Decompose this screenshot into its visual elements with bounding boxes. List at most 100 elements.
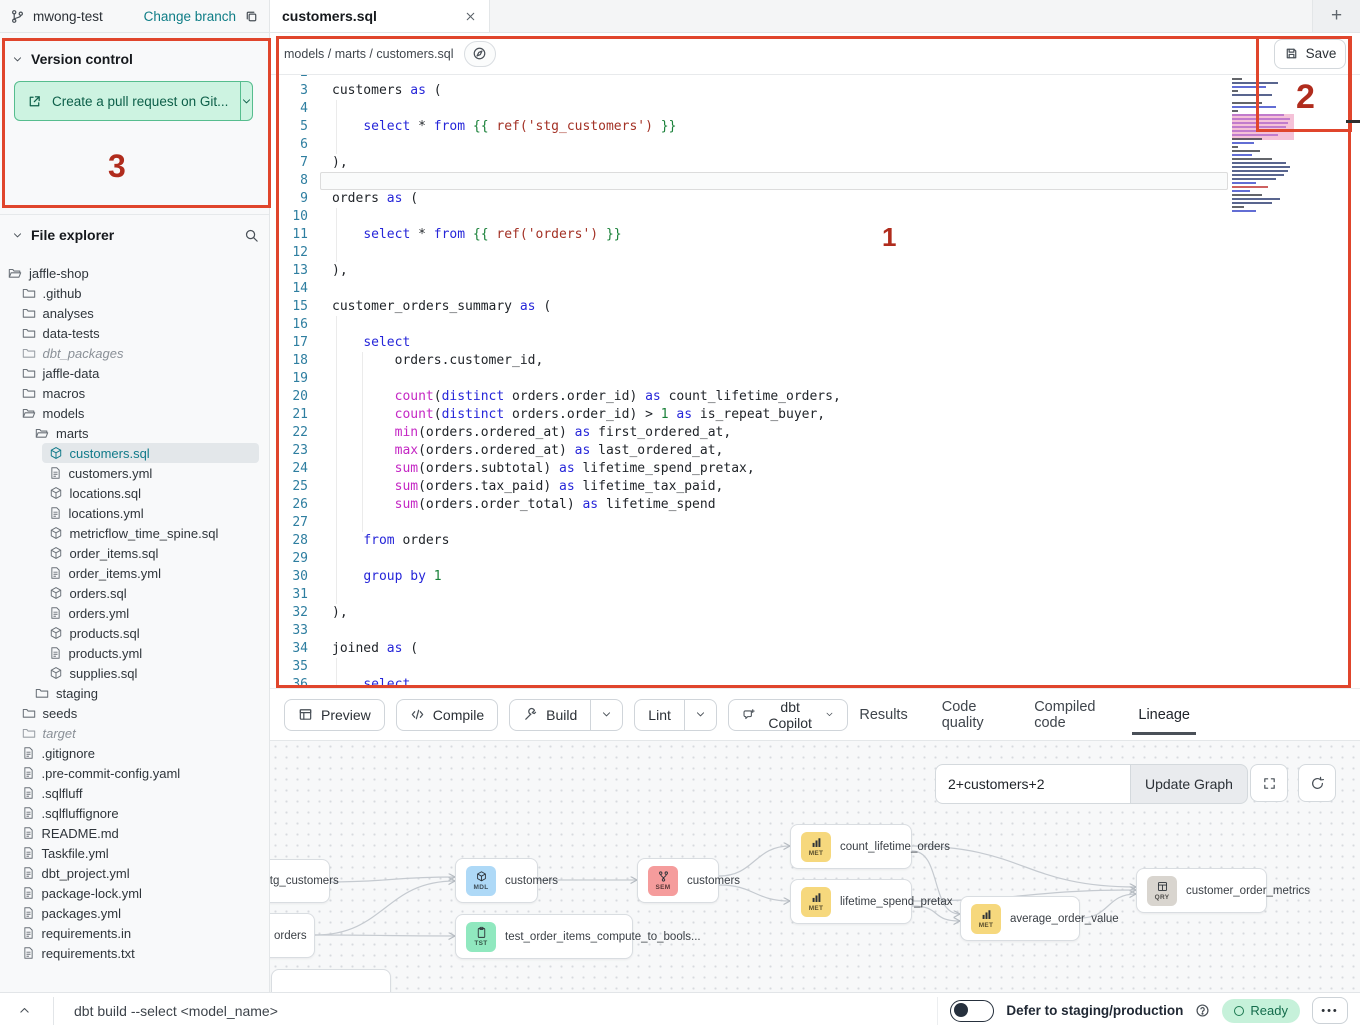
tree-item-dbt-packages[interactable]: dbt_packages [0, 343, 269, 363]
tree-item--gitignore[interactable]: .gitignore [0, 743, 269, 763]
fullscreen-button[interactable] [1250, 764, 1288, 802]
code-line-19[interactable]: 19 [270, 370, 1360, 388]
tree-item-staging[interactable]: staging [0, 683, 269, 703]
minimap[interactable] [1232, 78, 1318, 214]
tree-item-customers-yml[interactable]: customers.yml [0, 463, 269, 483]
defer-toggle[interactable] [950, 1000, 994, 1022]
code-line-20[interactable]: 20 count(distinct orders.order_id) as co… [270, 388, 1360, 406]
code-line-5[interactable]: 5 select * from {{ ref('stg_customers') … [270, 118, 1360, 136]
code-line-31[interactable]: 31 [270, 586, 1360, 604]
create-pr-button[interactable]: Create a pull request on Git... [14, 81, 253, 121]
lineage-node-count-lifetime-orders[interactable]: METcount_lifetime_orders [790, 824, 912, 869]
tree-item-order-items-sql[interactable]: order_items.sql [0, 543, 269, 563]
tree-item-target[interactable]: target [0, 723, 269, 743]
code-line-32[interactable]: 32), [270, 604, 1360, 622]
tree-item-products-yml[interactable]: products.yml [0, 643, 269, 663]
save-button[interactable]: Save [1274, 39, 1346, 69]
tab-code-quality[interactable]: Code quality [942, 689, 1000, 740]
code-line-28[interactable]: 28 from orders [270, 532, 1360, 550]
build-button[interactable]: Build [510, 700, 590, 730]
tree-item-macros[interactable]: macros [0, 383, 269, 403]
tree-item--pre-commit-config-yaml[interactable]: .pre-commit-config.yaml [0, 763, 269, 783]
tree-item-orders-sql[interactable]: orders.sql [0, 583, 269, 603]
code-line-21[interactable]: 21 count(distinct orders.order_id) > 1 a… [270, 406, 1360, 424]
copilot-badge-icon[interactable] [464, 41, 496, 67]
code-line-33[interactable]: 33 [270, 622, 1360, 640]
code-line-30[interactable]: 30 group by 1 [270, 568, 1360, 586]
tree-item-packages-yml[interactable]: packages.yml [0, 903, 269, 923]
chevron-up-icon[interactable] [18, 1004, 31, 1017]
code-line-12[interactable]: 12 [270, 244, 1360, 262]
tree-item-locations-yml[interactable]: locations.yml [0, 503, 269, 523]
tree-item-package-lock-yml[interactable]: package-lock.yml [0, 883, 269, 903]
code-line-11[interactable]: 11 select * from {{ ref('orders') }} [270, 226, 1360, 244]
code-line-36[interactable]: 36 select [270, 676, 1360, 688]
close-tab-icon[interactable] [464, 10, 477, 23]
tree-item-products-sql[interactable]: products.sql [0, 623, 269, 643]
tree-item-metricflow-time-spine-sql[interactable]: metricflow_time_spine.sql [0, 523, 269, 543]
tab-lineage[interactable]: Lineage [1138, 689, 1190, 740]
more-options-button[interactable]: ••• [1312, 997, 1348, 1024]
lineage-node-customers[interactable]: SEMcustomers [637, 858, 719, 903]
change-branch-link[interactable]: Change branch [144, 9, 236, 24]
tree-item-jaffle-data[interactable]: jaffle-data [0, 363, 269, 383]
code-line-7[interactable]: 7), [270, 154, 1360, 172]
code-line-16[interactable]: 16 [270, 316, 1360, 334]
lineage-node-customers[interactable]: MDLcustomers [455, 858, 538, 903]
tab-results[interactable]: Results [859, 689, 907, 740]
code-editor[interactable]: 23customers as (45 select * from {{ ref(… [270, 75, 1360, 688]
tree-item-supplies-sql[interactable]: supplies.sql [0, 663, 269, 683]
code-line-17[interactable]: 17 select [270, 334, 1360, 352]
tree-item-locations-sql[interactable]: locations.sql [0, 483, 269, 503]
code-line-35[interactable]: 35 [270, 658, 1360, 676]
lineage-node-lifetime-spend-pretax[interactable]: METlifetime_spend_pretax [790, 879, 912, 924]
code-line-24[interactable]: 24 sum(orders.subtotal) as lifetime_spen… [270, 460, 1360, 478]
tab-compiled-code[interactable]: Compiled code [1034, 689, 1104, 740]
new-tab-button[interactable]: + [1312, 0, 1360, 32]
tree-item-dbt-project-yml[interactable]: dbt_project.yml [0, 863, 269, 883]
help-icon[interactable] [1195, 1003, 1210, 1018]
dbt-copilot-button[interactable]: dbt Copilot [728, 699, 848, 731]
code-line-10[interactable]: 10 [270, 208, 1360, 226]
lint-button[interactable]: Lint [635, 700, 684, 730]
lineage-node-test-order-items-compute-to-bools-[interactable]: TSTtest_order_items_compute_to_bools... [455, 914, 633, 959]
tree-item-jaffle-shop[interactable]: jaffle-shop [0, 263, 269, 283]
tree-item-customers-sql[interactable]: customers.sql [0, 443, 269, 463]
code-line-13[interactable]: 13), [270, 262, 1360, 280]
code-line-4[interactable]: 4 [270, 100, 1360, 118]
code-line-29[interactable]: 29 [270, 550, 1360, 568]
tree-item-orders-yml[interactable]: orders.yml [0, 603, 269, 623]
tree-item--sqlfluffignore[interactable]: .sqlfluffignore [0, 803, 269, 823]
lineage-selector-input[interactable] [935, 764, 1130, 804]
code-line-9[interactable]: 9orders as ( [270, 190, 1360, 208]
code-line-15[interactable]: 15customer_orders_summary as ( [270, 298, 1360, 316]
tree-item--sqlfluff[interactable]: .sqlfluff [0, 783, 269, 803]
code-line-34[interactable]: 34joined as ( [270, 640, 1360, 658]
copy-icon[interactable] [244, 9, 259, 24]
lineage-node-orders[interactable]: MDLorders [270, 913, 315, 958]
tree-item-readme-md[interactable]: README.md [0, 823, 269, 843]
tree-item-requirements-in[interactable]: requirements.in [0, 923, 269, 943]
code-line-14[interactable]: 14 [270, 280, 1360, 298]
search-icon[interactable] [244, 228, 259, 243]
code-line-23[interactable]: 23 max(orders.ordered_at) as last_ordere… [270, 442, 1360, 460]
tree-item--github[interactable]: .github [0, 283, 269, 303]
command-input[interactable]: dbt build --select <model_name> [74, 1003, 278, 1019]
tab-customers-sql[interactable]: customers.sql [270, 0, 490, 32]
refresh-button[interactable] [1298, 764, 1336, 802]
tree-item-requirements-txt[interactable]: requirements.txt [0, 943, 269, 963]
tree-item-data-tests[interactable]: data-tests [0, 323, 269, 343]
preview-button[interactable]: Preview [284, 699, 385, 731]
code-line-27[interactable]: 27 [270, 514, 1360, 532]
tree-item-analyses[interactable]: analyses [0, 303, 269, 323]
build-dropdown[interactable] [590, 700, 622, 730]
tree-item-order-items-yml[interactable]: order_items.yml [0, 563, 269, 583]
lineage-node-average-order-value[interactable]: METaverage_order_value [960, 896, 1080, 941]
code-line-2[interactable]: 2 [270, 75, 1360, 82]
code-line-18[interactable]: 18 orders.customer_id, [270, 352, 1360, 370]
code-line-6[interactable]: 6 [270, 136, 1360, 154]
compile-button[interactable]: Compile [396, 699, 498, 731]
lineage-node-customer-order-metrics[interactable]: QRYcustomer_order_metrics [1136, 868, 1267, 913]
update-graph-button[interactable]: Update Graph [1130, 764, 1248, 804]
code-line-25[interactable]: 25 sum(orders.tax_paid) as lifetime_tax_… [270, 478, 1360, 496]
